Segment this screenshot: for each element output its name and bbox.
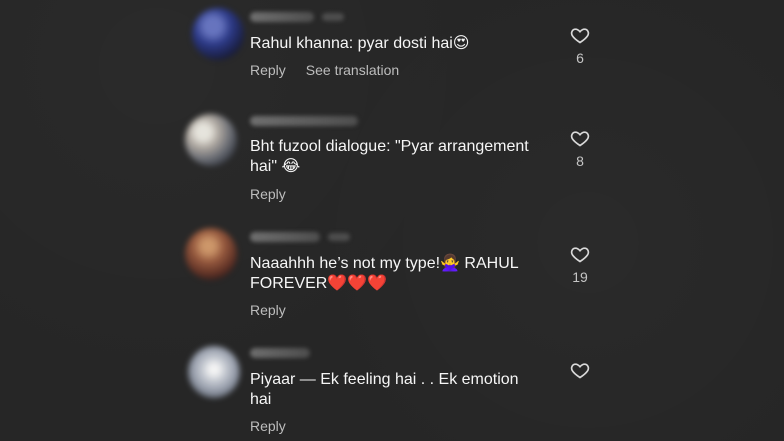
like-count: 8 bbox=[576, 153, 584, 169]
comment-item: Naaahhh he’s not my type!🙅‍♀️ RAHUL FORE… bbox=[0, 224, 784, 336]
avatar bbox=[188, 346, 240, 398]
comment-item: Rahul khanna: pyar dosti hai😍 Reply See … bbox=[0, 0, 784, 100]
comment-actions: Reply bbox=[250, 302, 286, 318]
avatar bbox=[192, 8, 244, 60]
comment-actions: Reply bbox=[250, 418, 286, 434]
see-translation-button[interactable]: See translation bbox=[306, 62, 399, 78]
timestamp-redacted bbox=[322, 13, 344, 21]
comment-text: Rahul khanna: pyar dosti hai😍 bbox=[250, 35, 470, 52]
heart-outline-icon[interactable] bbox=[569, 360, 591, 380]
avatar bbox=[185, 114, 237, 166]
like-count: 19 bbox=[572, 269, 588, 285]
comment-item: Piyaar — Ek feeling hai . . Ek emotion h… bbox=[0, 340, 784, 441]
like-control: 6 bbox=[568, 25, 592, 66]
comment-text: Naaahhh he’s not my type!🙅‍♀️ RAHUL FORE… bbox=[250, 255, 523, 292]
comment-text: Piyaar — Ek feeling hai . . Ek emotion h… bbox=[250, 371, 524, 408]
username-redacted bbox=[250, 348, 310, 358]
like-count: 6 bbox=[576, 50, 584, 66]
username-redacted bbox=[250, 232, 320, 242]
avatar bbox=[185, 228, 237, 280]
heart-outline-icon[interactable] bbox=[569, 25, 591, 45]
reply-button[interactable]: Reply bbox=[250, 186, 286, 202]
username-redacted bbox=[250, 116, 358, 126]
reply-button[interactable]: Reply bbox=[250, 418, 286, 434]
reply-button[interactable]: Reply bbox=[250, 62, 286, 78]
timestamp-redacted bbox=[328, 233, 350, 241]
heart-outline-icon[interactable] bbox=[569, 244, 591, 264]
comment-actions: Reply bbox=[250, 186, 286, 202]
like-control: 19 bbox=[568, 244, 592, 285]
like-control: 8 bbox=[568, 128, 592, 169]
like-control bbox=[568, 360, 592, 385]
reply-button[interactable]: Reply bbox=[250, 302, 286, 318]
heart-outline-icon[interactable] bbox=[569, 128, 591, 148]
comment-item: Bht fuzool dialogue: "Pyar arrangement h… bbox=[0, 108, 784, 218]
comment-text: Bht fuzool dialogue: "Pyar arrangement h… bbox=[250, 138, 534, 175]
username-redacted bbox=[250, 12, 314, 22]
comment-actions: Reply See translation bbox=[250, 62, 399, 78]
